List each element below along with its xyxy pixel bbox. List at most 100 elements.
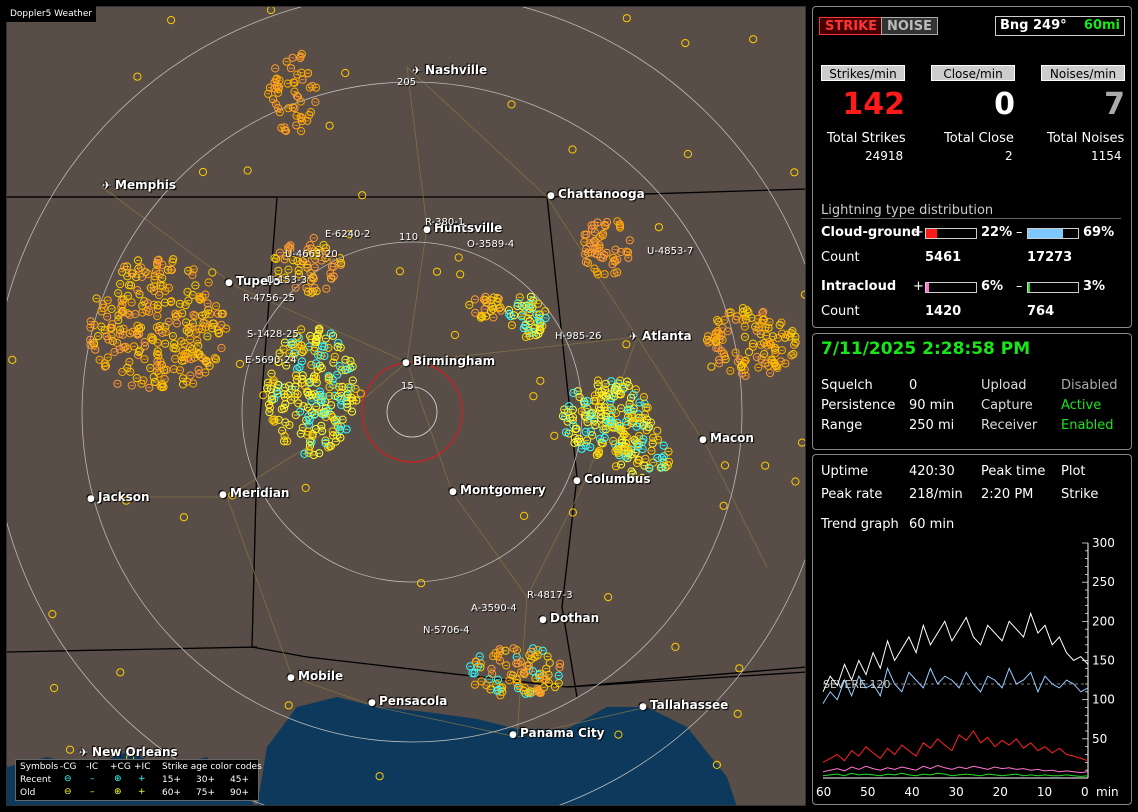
cg-plus-sign: + <box>913 225 924 240</box>
setting-1-1: 90 min <box>909 398 955 413</box>
state-border-3 <box>306 656 805 688</box>
y-tick-label: 50 <box>1092 732 1107 746</box>
city-dot-icon: ● <box>287 673 298 683</box>
plot-label: Plot <box>1061 464 1086 479</box>
y-tick-label: 100 <box>1092 693 1115 707</box>
total-noises-label: Total Noises <box>1047 131 1125 146</box>
city-name: Macon <box>710 431 754 445</box>
city-name: Chattanooga <box>558 187 645 201</box>
road-6 <box>406 66 548 198</box>
ic-negative-count: 764 <box>1027 304 1055 319</box>
strike-mode-button[interactable]: STRIKE <box>819 17 884 35</box>
peak-rate-value: 218/min <box>909 487 963 502</box>
cg-positive-count: 5461 <box>925 250 962 265</box>
range-selector[interactable]: 60mi <box>1084 17 1120 35</box>
city-name: Columbus <box>584 472 651 486</box>
setting-2-3: Enabled <box>1061 418 1114 433</box>
total-noises-value: 1154 <box>1091 149 1122 163</box>
radar-map[interactable]: ✈ Nashville ✈ Memphis ● Chattanooga ● Hunts… <box>6 6 806 806</box>
cg-negative-pct: 69% <box>1083 225 1115 240</box>
symbol-legend: Symbols -CG -IC +CG +IC Strike age color… <box>15 759 262 801</box>
range-ring-0 <box>386 386 438 438</box>
road-2 <box>97 361 408 498</box>
city-name: Panama City <box>520 726 605 740</box>
storm-cell-label[interactable]: E-5690-24 <box>245 355 297 366</box>
city-name: Dothan <box>550 611 600 625</box>
noises-min-value: 7 <box>1104 87 1125 122</box>
noises-min-header[interactable]: Noises/min <box>1041 65 1125 81</box>
city-dot-icon: ● <box>225 278 236 288</box>
neg-cg-old-icon: ⊖ <box>64 787 72 797</box>
storm-cell-label[interactable]: A-3590-4 <box>471 603 517 614</box>
ic-negative-bar <box>1027 282 1079 293</box>
city-mobile: ● Mobile <box>287 669 343 683</box>
uptime-label: Uptime <box>821 464 869 479</box>
ic-count-label: Count <box>821 304 860 319</box>
storm-cell-label[interactable]: U-4853-7 <box>647 246 693 257</box>
city-panama-city: ● Panama City <box>509 726 604 740</box>
storm-cell-label[interactable]: R-4756-25 <box>243 293 295 304</box>
noise-mode-button[interactable]: NOISE <box>881 17 939 35</box>
storm-cell-label[interactable]: S-1428-25 <box>247 329 299 340</box>
city-dot-icon: ● <box>639 702 650 712</box>
pos-cg-recent-icon: ⊕ <box>114 774 122 784</box>
city-dothan: ● Dothan <box>539 611 599 625</box>
trend-graph-value[interactable]: 60 min <box>909 517 954 532</box>
strikes-min-value: 142 <box>842 87 905 122</box>
ic-positive-bar <box>925 282 977 293</box>
airport-icon: ✈ <box>412 64 426 77</box>
trend-chart: 3002502001501005060 50 40 30 20 10 0 minSEVERE … <box>816 536 1119 799</box>
setting-0-2: Upload <box>981 378 1027 393</box>
ic-negative-pct: 3% <box>1083 279 1106 294</box>
storm-cell-label[interactable]: O-3589-4 <box>467 239 514 250</box>
trend-graph-label: Trend graph <box>821 517 899 532</box>
setting-1-3: Active <box>1061 398 1102 413</box>
cg-count-label: Count <box>821 250 860 265</box>
city-meridian: ● Meridian <box>219 486 289 500</box>
storm-cell-label[interactable]: U-4663-20 <box>285 249 338 260</box>
peak-time-value: 2:20 PM <box>981 487 1034 502</box>
city-memphis: ✈ Memphis <box>102 178 176 192</box>
x-tick-label: 50 <box>860 785 875 799</box>
city-nashville: ✈ Nashville <box>412 63 487 77</box>
city-name: New Orleans <box>92 745 178 759</box>
city-dot-icon: ● <box>219 490 230 500</box>
x-tick-label: 30 <box>949 785 964 799</box>
x-tick-label: 60 <box>816 785 831 799</box>
y-tick-label: 300 <box>1092 536 1115 550</box>
peak-rate-label: Peak rate <box>821 487 883 502</box>
state-border-5 <box>7 646 258 653</box>
storm-cell-label[interactable]: U-153-3 <box>267 275 307 286</box>
storm-cell-label[interactable]: N-5706-4 <box>423 625 470 636</box>
storm-cell-label[interactable]: H-985-26 <box>555 331 602 342</box>
close-min-value: 0 <box>994 87 1015 122</box>
bearing-box[interactable]: Bng 249° 60mi <box>995 16 1125 36</box>
total-strikes-label: Total Strikes <box>827 131 906 146</box>
peak-time-label: Peak time <box>981 464 1046 479</box>
city-tallahassee: ● Tallahassee <box>639 698 728 712</box>
datetime-display: 7/11/2025 2:28:58 PM <box>821 339 1031 359</box>
uptime-value: 420:30 <box>909 464 955 479</box>
strikes-min-header[interactable]: Strikes/min <box>821 65 905 81</box>
map-canvas <box>7 7 805 805</box>
total-close-value: 2 <box>1005 149 1013 163</box>
ic-positive-pct: 6% <box>981 279 1004 294</box>
age-old-3: 90+ <box>230 788 249 798</box>
road-0 <box>406 66 528 598</box>
plot-value[interactable]: Strike <box>1061 487 1098 502</box>
setting-0-1: 0 <box>909 378 918 393</box>
city-name: Montgomery <box>460 483 546 497</box>
storm-cell-label[interactable]: E-6240-2 <box>325 229 370 240</box>
x-tick-label: 20 <box>993 785 1008 799</box>
age-old-1: 60+ <box>162 788 181 798</box>
close-min-header[interactable]: Close/min <box>931 65 1015 81</box>
total-close-label: Total Close <box>944 131 1014 146</box>
trend-series-2 <box>822 730 1089 763</box>
storm-cell-label[interactable]: R-4817-3 <box>527 590 573 601</box>
storm-cell-label[interactable]: R-380-1 <box>425 217 464 228</box>
neg-ic-recent-icon: – <box>90 774 95 784</box>
city-jackson: ● Jackson <box>87 490 150 504</box>
city-name: Pensacola <box>379 694 448 708</box>
range-ring-4 <box>7 7 805 805</box>
trend-panel: Uptime 420:30 Peak time Plot Peak rate 2… <box>812 454 1132 805</box>
